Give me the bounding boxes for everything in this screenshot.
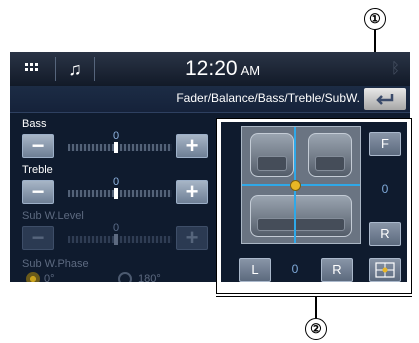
car-position-area[interactable] [241,126,361,244]
bass-label: Bass [22,118,47,130]
bass-slider[interactable] [68,144,172,151]
balance-right-button[interactable]: R [321,258,353,282]
fader-balance-controls: F 0 R L 0 R [221,122,407,282]
treble-label: Treble [22,164,53,176]
bass-plus-button[interactable]: + [176,134,208,158]
top-bar: ♫ 12:20 AM ᛒ [10,52,410,87]
callout-1: ① [364,8,386,30]
separator [94,57,95,81]
clock-time: 12:20 [185,57,238,80]
fader-crosshair-line [242,184,360,186]
center-crosshair-icon [375,262,395,278]
seat-cushion [257,156,287,171]
subw-phase-radio-180 [118,272,132,282]
clock: 12:20 AM [185,57,260,81]
audio-source-button[interactable]: ♫ [60,54,90,84]
back-button[interactable] [364,88,406,110]
fader-rear-button[interactable]: R [369,222,401,246]
clock-ampm: AM [240,63,261,78]
subw-level-plus-button: + [176,226,208,250]
callout-2: ② [305,318,327,340]
title-bar: Fader/Balance/Bass/Treble/SubW. [10,86,410,113]
bass-minus-button[interactable]: − [22,134,54,158]
bass-slider-knob[interactable] [114,142,118,153]
callout-2-bracket [216,296,412,297]
subw-phase-label: Sub W.Phase [22,258,89,270]
subw-level-label: Sub W.Level [22,210,84,222]
treble-slider-knob[interactable] [114,188,118,199]
grid-menu-icon [25,63,39,73]
treble-value: 0 [112,176,120,188]
center-reset-button[interactable] [369,258,401,282]
front-right-seat [308,133,352,177]
music-note-icon: ♫ [68,59,82,79]
front-left-seat [250,133,294,177]
balance-left-button[interactable]: L [239,258,271,282]
treble-slider[interactable] [68,190,172,197]
callout-2-line [315,296,317,318]
rear-seat [250,195,352,237]
bluetooth-icon: ᛒ [390,60,400,77]
subw-level-value: 0 [112,222,120,234]
sound-position-dot[interactable] [290,180,301,191]
separator [55,57,56,81]
back-arrow-icon [376,94,394,105]
seat-cushion [315,156,345,171]
seat-cushion [257,218,345,231]
subw-level-slider-knob [114,234,118,245]
treble-minus-button[interactable]: − [22,180,54,204]
bass-value: 0 [112,130,120,142]
fader-value: 0 [381,182,389,196]
page-title: Fader/Balance/Bass/Treble/SubW. [176,91,360,105]
treble-plus-button[interactable]: + [176,180,208,204]
menu-button[interactable] [14,54,52,84]
subw-phase-radio-0 [26,272,40,282]
fader-front-button[interactable]: F [369,132,401,156]
subw-level-minus-button: − [22,226,54,250]
subw-level-slider [68,236,172,243]
balance-value: 0 [291,262,299,276]
subw-phase-option-180: 180° [138,273,161,282]
subw-phase-option-0: 0° [44,273,55,282]
